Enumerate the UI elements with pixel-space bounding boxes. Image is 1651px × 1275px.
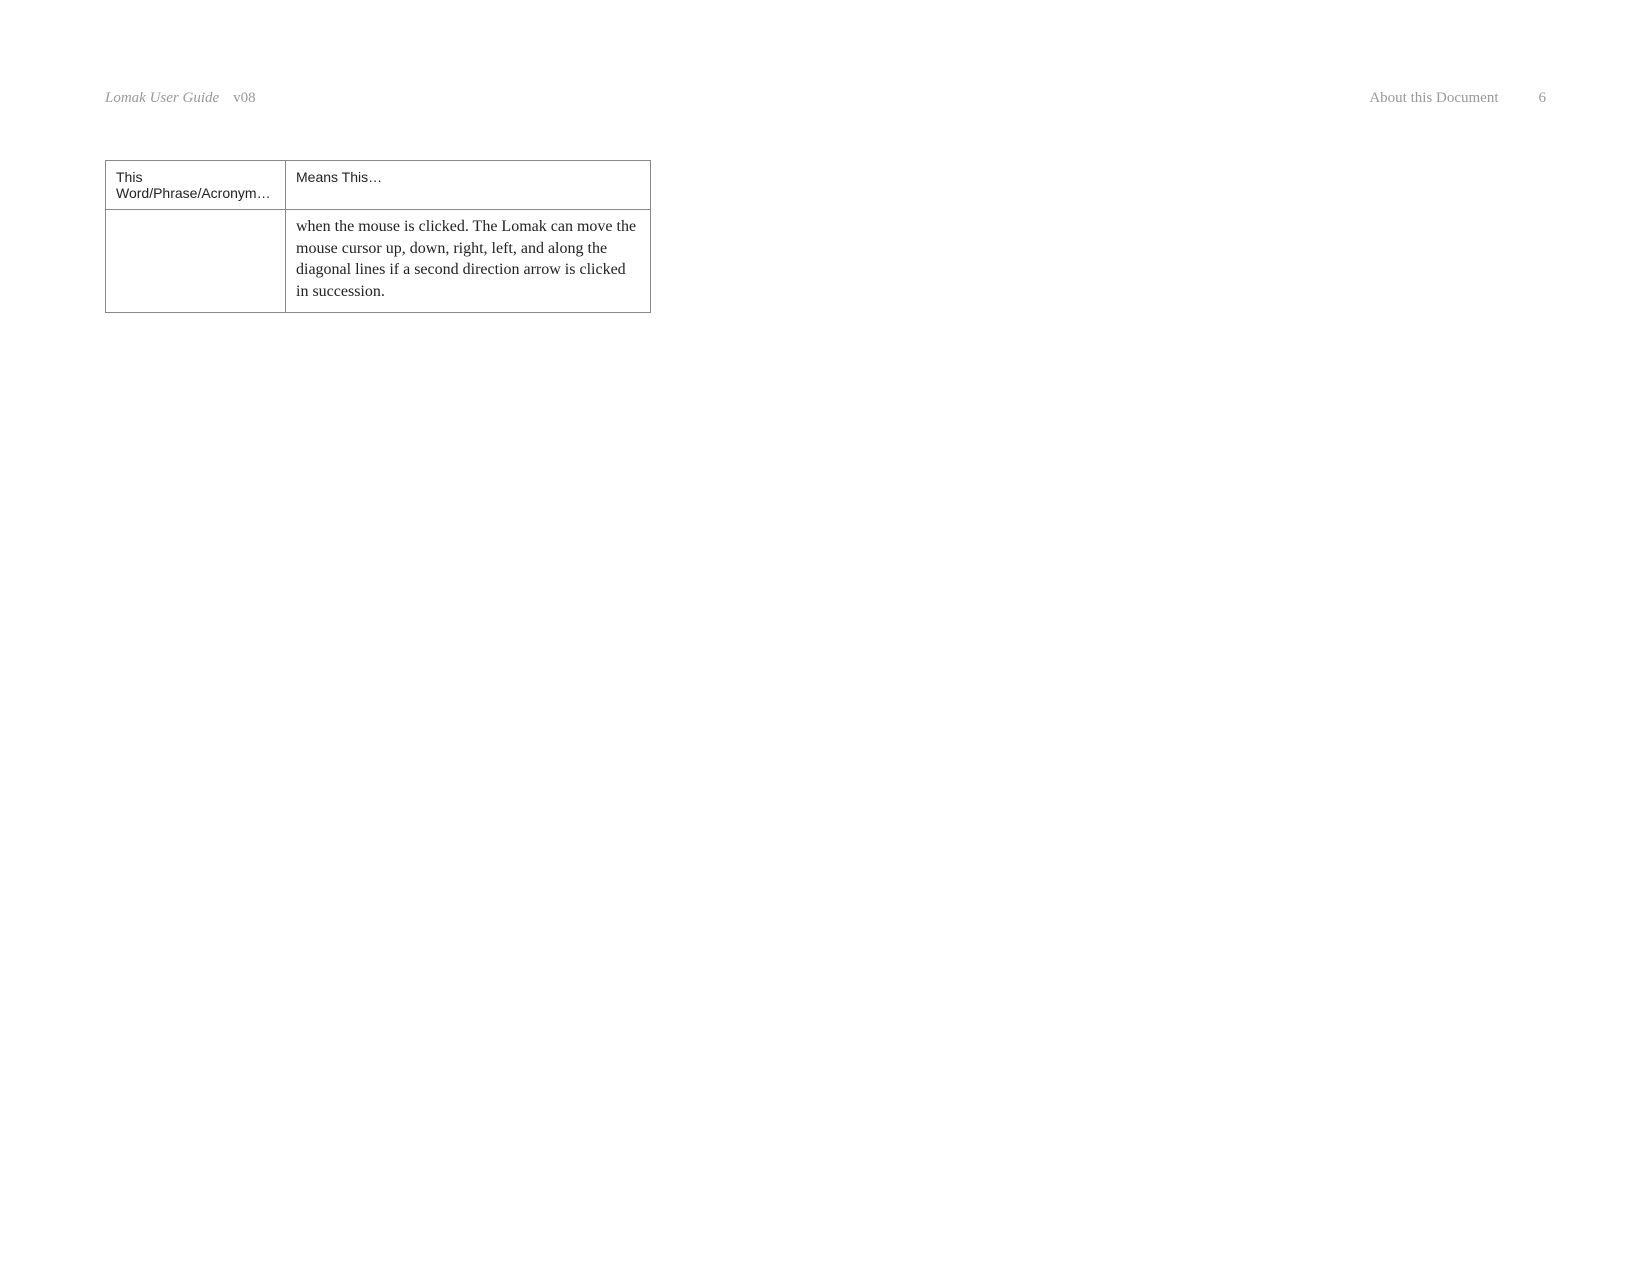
header-left: Lomak User Guide v08 bbox=[105, 90, 256, 107]
section-name: About this Document bbox=[1369, 90, 1498, 107]
glossary-table-container: This Word/Phrase/Acronym… Means This… wh… bbox=[105, 160, 651, 313]
table-header-meaning: Means This… bbox=[286, 161, 651, 210]
table-cell-term bbox=[106, 210, 286, 313]
page-header: Lomak User Guide v08 About this Document… bbox=[105, 90, 1546, 107]
header-right: About this Document 6 bbox=[1369, 90, 1546, 107]
document-version: v08 bbox=[233, 90, 256, 107]
glossary-table: This Word/Phrase/Acronym… Means This… wh… bbox=[105, 160, 651, 313]
document-title: Lomak User Guide bbox=[105, 90, 219, 107]
table-row: when the mouse is clicked. The Lomak can… bbox=[106, 210, 651, 313]
table-cell-meaning: when the mouse is clicked. The Lomak can… bbox=[286, 210, 651, 313]
page-number: 6 bbox=[1539, 90, 1547, 107]
table-header-term: This Word/Phrase/Acronym… bbox=[106, 161, 286, 210]
table-header-row: This Word/Phrase/Acronym… Means This… bbox=[106, 161, 651, 210]
